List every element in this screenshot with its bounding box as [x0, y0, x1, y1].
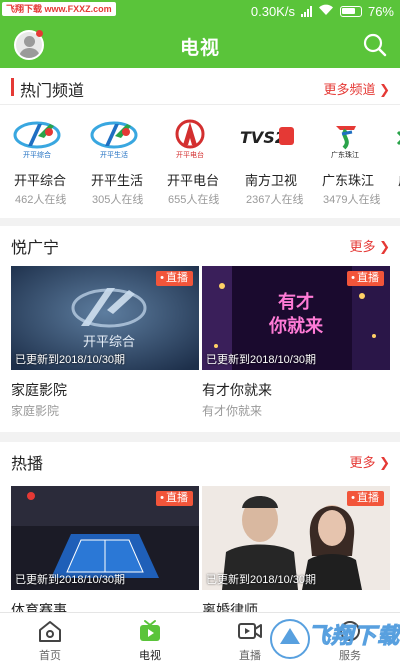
- update-status: 已更新到2018/10/30期: [15, 574, 126, 586]
- svg-text:广东珠江: 广东珠江: [331, 150, 359, 159]
- more-link[interactable]: 更多 ❯: [349, 236, 390, 255]
- channel-name: 南方卫视: [245, 173, 298, 188]
- program-thumbnail: 开平综合 直播 已更新到2018/10/30期: [11, 266, 199, 370]
- channel-name: 开平综合: [14, 173, 67, 188]
- search-icon[interactable]: [362, 32, 388, 58]
- kaiping-diantai-logo: 开平电台: [175, 119, 205, 159]
- nav-label: 首页: [39, 650, 61, 662]
- channel-item[interactable]: 开平生活 开平生活 305人在线: [79, 114, 159, 214]
- section-accent-bar: [11, 78, 14, 96]
- divider: [0, 104, 400, 105]
- live-badge: 直播: [347, 491, 384, 506]
- update-status: 已更新到2018/10/30期: [15, 354, 126, 366]
- svg-text:有才: 有才: [278, 291, 314, 313]
- channel-item[interactable]: 广东珠江 广东珠江 3479人在线: [310, 114, 390, 214]
- program-title: 体育赛事: [11, 602, 67, 612]
- channel-name: 开平电台: [167, 173, 220, 188]
- program-title: 家庭影院: [11, 382, 67, 398]
- program-card[interactable]: 开平综合 直播 已更新到2018/10/30期 家庭影院 家庭影院: [11, 266, 199, 426]
- trending-section: 热播 更多 ❯ 直播 已更新到2018/10/30期 体育赛事: [0, 442, 400, 612]
- program-card[interactable]: 直播 已更新到2018/10/30期 体育赛事: [11, 486, 199, 612]
- update-status: 已更新到2018/10/30期: [206, 574, 317, 586]
- site-badge: 飞翔下载 www.FXXZ.com: [2, 2, 116, 16]
- section-title: 悦广宁: [11, 240, 60, 257]
- hot-channels-section: 热门频道 更多频道 ❯ 开平综合 开平综合 462人在线 开平生活 开平生活 3…: [0, 68, 400, 218]
- svg-text:你就来: 你就来: [268, 315, 324, 337]
- program-thumbnail: 直播 已更新到2018/10/30期: [11, 486, 199, 590]
- status-indicators: 0.30K/s 76%: [251, 4, 394, 19]
- section-title: 热门频道: [20, 83, 85, 100]
- live-badge: 直播: [156, 271, 193, 286]
- yue-guangning-section: 悦广宁 更多 ❯ 开平综合 直播 已更新到2018/10/30期 家庭影院 家庭: [0, 226, 400, 432]
- battery-level: 76%: [367, 4, 394, 19]
- status-bar: 飞翔下载 www.FXXZ.com 0.30K/s 76%: [0, 0, 400, 24]
- channel-viewers: 462人在线: [15, 194, 67, 206]
- guangdong-zhujiang-logo: 广东珠江: [331, 126, 359, 159]
- kaiping-shenghuo-logo: 开平生活: [90, 121, 138, 159]
- program-card[interactable]: 有才 你就来 直播 已更新到2018/10/30期 有才你就来 有才你就来: [202, 266, 390, 426]
- nav-tv[interactable]: 电视: [110, 619, 190, 667]
- svg-text:开平综合: 开平综合: [83, 335, 135, 350]
- channel-item[interactable]: TVS2 南方卫视 2367人在线: [233, 114, 313, 214]
- wifi-icon: [318, 4, 334, 19]
- channel-item[interactable]: 开平综合 开平综合 462人在线: [2, 114, 82, 214]
- partial-channel-logo: [396, 130, 400, 146]
- program-title: 离婚律师: [202, 602, 258, 612]
- more-channels-link[interactable]: 更多频道 ❯: [323, 79, 390, 98]
- channel-name: 开平生活: [91, 173, 144, 188]
- page-title: 电视: [179, 38, 220, 59]
- nav-home[interactable]: 首页: [10, 619, 90, 667]
- nav-label: 电视: [139, 650, 161, 662]
- app-header: 电视: [0, 24, 400, 68]
- channel-viewers: 655人在线: [168, 194, 220, 206]
- channel-item[interactable]: 广: [386, 114, 400, 214]
- svg-text:开平综合: 开平综合: [23, 150, 51, 159]
- channel-viewers: 2367人在线: [246, 194, 304, 206]
- program-thumbnail: 有才 你就来 直播 已更新到2018/10/30期: [202, 266, 390, 370]
- program-subtitle: 有才你就来: [202, 404, 263, 418]
- signal-icon: [300, 6, 312, 17]
- live-badge: 直播: [156, 491, 193, 506]
- program-title: 有才你就来: [202, 382, 272, 398]
- program-card[interactable]: 直播 已更新到2018/10/30期 离婚律师: [202, 486, 390, 612]
- svg-text:开平电台: 开平电台: [176, 150, 204, 159]
- section-title: 热播: [11, 456, 44, 473]
- more-link[interactable]: 更多 ❯: [349, 452, 390, 471]
- battery-icon: [339, 6, 362, 17]
- channel-item[interactable]: 开平电台 开平电台 655人在线: [155, 114, 235, 214]
- channel-viewers: 3479人在线: [323, 194, 381, 206]
- update-status: 已更新到2018/10/30期: [206, 354, 317, 366]
- watermark-text: 飞翔下载: [308, 623, 400, 649]
- channel-list: 开平综合 开平综合 462人在线 开平生活 开平生活 305人在线 开平电台 开…: [0, 114, 400, 214]
- svg-text:开平生活: 开平生活: [100, 150, 128, 159]
- program-thumbnail: 直播 已更新到2018/10/30期: [202, 486, 390, 590]
- network-speed: 0.30K/s: [250, 4, 295, 19]
- tv-icon: [140, 620, 160, 641]
- home-icon: [39, 621, 61, 642]
- channel-name: 广东珠江: [322, 173, 375, 188]
- kaiping-zonghe-logo: 开平综合: [13, 121, 61, 159]
- tvs2-logo: TVS2: [240, 126, 295, 147]
- video-camera-icon: [238, 623, 262, 639]
- live-badge: 直播: [347, 271, 384, 286]
- channel-viewers: 305人在线: [92, 194, 144, 206]
- program-subtitle: 家庭影院: [11, 404, 60, 418]
